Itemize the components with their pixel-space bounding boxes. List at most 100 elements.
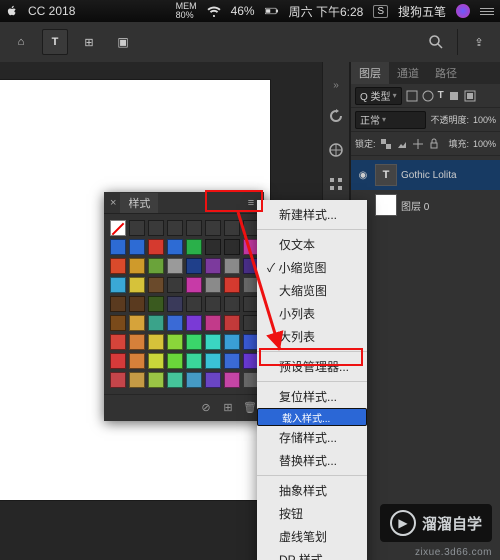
color-panel-icon[interactable] xyxy=(327,141,345,159)
toggle-panel-icon[interactable]: ⊞ xyxy=(76,29,102,55)
camera-icon[interactable]: ▣ xyxy=(110,29,136,55)
style-swatch[interactable] xyxy=(110,239,126,255)
style-swatch[interactable] xyxy=(205,277,221,293)
layer-name[interactable]: Gothic Lolita xyxy=(401,170,457,181)
menu-item[interactable]: 替换样式... xyxy=(257,449,367,472)
menu-item[interactable]: 大缩览图 xyxy=(257,279,367,302)
blend-mode-select[interactable]: 正常▾ xyxy=(355,111,426,129)
filter-image-icon[interactable] xyxy=(406,90,418,102)
share-icon[interactable]: ⇪ xyxy=(466,29,492,55)
styles-panel[interactable]: × 样式 ≡ ⊘ ⊞ 🗑 xyxy=(104,192,264,421)
menu-item[interactable]: 虚线笔划 xyxy=(257,525,367,548)
lock-all-icon[interactable] xyxy=(428,138,440,150)
style-swatch[interactable] xyxy=(110,353,126,369)
style-swatch[interactable] xyxy=(224,315,240,331)
menu-item[interactable]: 载入样式... xyxy=(257,408,367,426)
style-swatch[interactable] xyxy=(129,353,145,369)
style-swatch[interactable] xyxy=(224,258,240,274)
menu-item[interactable]: 按钮 xyxy=(257,502,367,525)
filter-text-icon[interactable]: T xyxy=(438,90,444,101)
style-swatch[interactable] xyxy=(110,296,126,312)
style-swatch[interactable] xyxy=(224,277,240,293)
style-swatch[interactable] xyxy=(224,296,240,312)
layer-row[interactable]: ◉ T Gothic Lolita xyxy=(351,160,500,190)
style-swatch[interactable] xyxy=(129,258,145,274)
style-swatch[interactable] xyxy=(129,239,145,255)
style-swatch[interactable] xyxy=(205,296,221,312)
fill-value[interactable]: 100% xyxy=(473,139,496,149)
ime-switcher[interactable]: S xyxy=(373,5,388,18)
style-swatch[interactable] xyxy=(224,239,240,255)
filter-adjust-icon[interactable] xyxy=(422,90,434,102)
style-swatch[interactable] xyxy=(205,220,221,236)
style-swatch[interactable] xyxy=(224,220,240,236)
filter-smart-icon[interactable] xyxy=(464,90,476,102)
lock-image-icon[interactable] xyxy=(396,138,408,150)
menu-item[interactable]: 预设管理器... xyxy=(257,355,367,378)
style-swatch[interactable] xyxy=(148,258,164,274)
style-swatch[interactable] xyxy=(205,334,221,350)
style-swatch[interactable] xyxy=(110,277,126,293)
style-swatch[interactable] xyxy=(129,277,145,293)
style-swatch[interactable] xyxy=(129,296,145,312)
style-swatch[interactable] xyxy=(167,277,183,293)
style-swatch[interactable] xyxy=(186,220,202,236)
style-swatch[interactable] xyxy=(129,315,145,331)
style-swatch[interactable] xyxy=(148,315,164,331)
notification-center-icon[interactable] xyxy=(480,8,494,15)
style-swatch[interactable] xyxy=(110,334,126,350)
style-swatch[interactable] xyxy=(167,296,183,312)
style-swatch[interactable] xyxy=(148,239,164,255)
style-swatch[interactable] xyxy=(224,353,240,369)
style-swatch[interactable] xyxy=(110,372,126,388)
tab-paths[interactable]: 路径 xyxy=(427,62,465,84)
style-swatch[interactable] xyxy=(167,315,183,331)
style-swatch[interactable] xyxy=(205,353,221,369)
style-swatch[interactable] xyxy=(224,372,240,388)
apple-menu-icon[interactable] xyxy=(6,5,18,17)
clock[interactable]: 周六 下午6:28 xyxy=(289,3,364,20)
close-icon[interactable]: × xyxy=(110,197,116,209)
style-swatch[interactable] xyxy=(129,372,145,388)
style-swatch[interactable] xyxy=(205,258,221,274)
home-icon[interactable]: ⌂ xyxy=(8,29,34,55)
style-swatch[interactable] xyxy=(167,220,183,236)
style-swatch[interactable] xyxy=(167,239,183,255)
style-swatch[interactable] xyxy=(110,220,126,236)
app-name[interactable]: CC 2018 xyxy=(28,4,75,18)
lock-position-icon[interactable] xyxy=(412,138,424,150)
style-swatch[interactable] xyxy=(205,315,221,331)
layer-name[interactable]: 图层 0 xyxy=(401,198,429,213)
menu-item[interactable]: 复位样式... xyxy=(257,385,367,408)
menu-item[interactable]: 大列表 xyxy=(257,325,367,348)
menu-item[interactable]: 小缩览图 xyxy=(257,256,367,279)
style-swatch[interactable] xyxy=(129,220,145,236)
style-swatch[interactable] xyxy=(167,372,183,388)
style-swatch[interactable] xyxy=(167,334,183,350)
panel-menu-icon[interactable]: ≡ xyxy=(244,197,258,209)
filter-shape-icon[interactable] xyxy=(448,90,460,102)
style-swatch[interactable] xyxy=(205,372,221,388)
style-swatch[interactable] xyxy=(186,277,202,293)
clear-style-icon[interactable]: ⊘ xyxy=(198,399,214,415)
search-button[interactable] xyxy=(423,29,449,55)
menu-item[interactable]: 存储样式... xyxy=(257,426,367,449)
new-style-icon[interactable]: ⊞ xyxy=(220,399,236,415)
delete-style-icon[interactable]: 🗑 xyxy=(242,399,258,415)
menu-item[interactable]: 仅文本 xyxy=(257,233,367,256)
style-swatch[interactable] xyxy=(148,296,164,312)
style-swatch[interactable] xyxy=(186,239,202,255)
style-swatch[interactable] xyxy=(167,258,183,274)
menu-item[interactable]: DP 样式 xyxy=(257,548,367,560)
menu-item[interactable]: 新建样式... xyxy=(257,203,367,226)
text-tool-preset[interactable]: T xyxy=(42,29,68,55)
menu-item[interactable]: 小列表 xyxy=(257,302,367,325)
style-swatch[interactable] xyxy=(186,296,202,312)
siri-icon[interactable] xyxy=(456,4,470,18)
style-swatch[interactable] xyxy=(148,334,164,350)
tab-channels[interactable]: 通道 xyxy=(389,62,427,84)
styles-tab[interactable]: 样式 xyxy=(120,193,158,213)
opacity-value[interactable]: 100% xyxy=(473,115,496,125)
style-swatch[interactable] xyxy=(148,220,164,236)
layer-row[interactable]: ◉ 图层 0 xyxy=(351,190,500,220)
